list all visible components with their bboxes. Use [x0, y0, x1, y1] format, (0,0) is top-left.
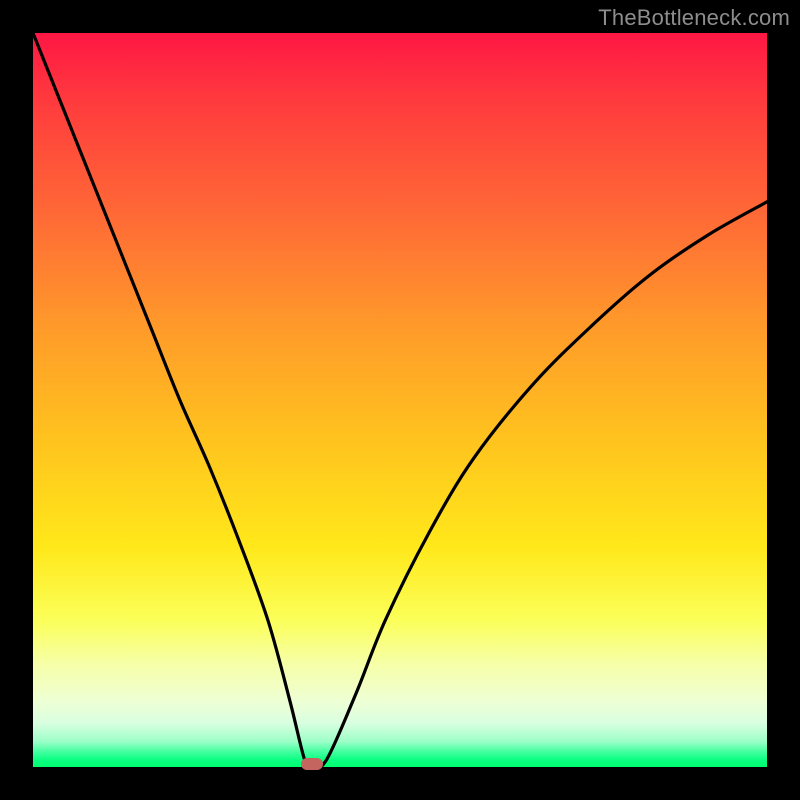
bottleneck-curve [33, 33, 767, 767]
watermark-label: TheBottleneck.com [598, 5, 790, 31]
chart-frame: TheBottleneck.com [0, 0, 800, 800]
plot-area [33, 33, 767, 767]
optimal-point-marker [301, 758, 323, 770]
